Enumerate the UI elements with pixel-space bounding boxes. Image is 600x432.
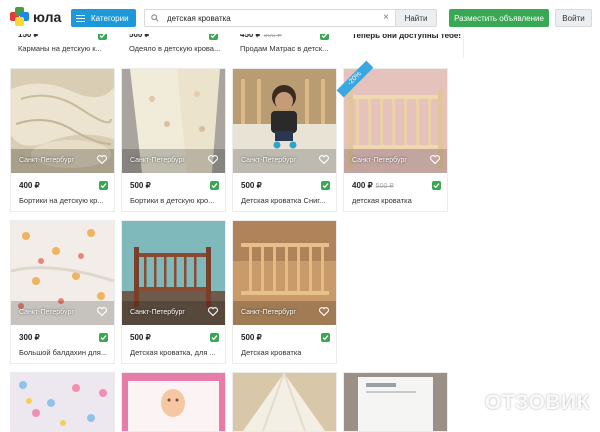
listing-old-price: 500 ₽ — [375, 183, 394, 190]
listing-title: Детская кроватка — [241, 348, 302, 357]
logo[interactable]: юла — [10, 7, 61, 26]
favorite-heart-icon[interactable] — [430, 155, 440, 164]
listing-price: 300 ₽ — [19, 333, 40, 342]
listing-city: Санкт-Петербург — [130, 309, 185, 316]
logo-text: юла — [33, 8, 62, 25]
listing-photo — [11, 373, 114, 431]
listing-title: Бортики на детскую кр... — [19, 196, 104, 205]
categories-label: Категории — [91, 13, 129, 23]
favorite-heart-icon[interactable] — [208, 155, 218, 164]
favorite-heart-icon[interactable] — [97, 307, 107, 316]
listing-card[interactable]: Санкт-Петербург 500 ₽ Детская кроватка С… — [232, 68, 337, 212]
listing-photo — [344, 373, 447, 431]
item-title: Одеяло в детскую крова... — [129, 44, 221, 53]
favorite-heart-icon[interactable] — [319, 155, 329, 164]
verified-icon — [321, 333, 330, 342]
search-icon — [151, 14, 159, 22]
listing-card[interactable]: Санкт-Петербург 400 ₽ Бортики на детскую… — [10, 68, 115, 212]
listing-card[interactable]: Санкт-Петербург 500 ₽ Детская кроватка, … — [121, 220, 226, 364]
listing-title: Бортики в детскую кро... — [130, 196, 215, 205]
verified-icon — [99, 181, 108, 190]
listing-card[interactable] — [343, 372, 448, 432]
listing-card[interactable]: -20% Санкт-Петербург 400 ₽500 ₽ детская … — [336, 60, 448, 212]
watermark: ОТЗОВИК — [450, 388, 590, 418]
favorite-heart-icon[interactable] — [97, 155, 107, 164]
listing-price: 500 ₽ — [130, 181, 151, 190]
verified-icon — [210, 181, 219, 190]
watermark-logo-icon — [450, 388, 480, 418]
listing-city: Санкт-Петербург — [241, 157, 296, 164]
listing-card[interactable]: Санкт-Петербург 500 ₽ Детская кроватка — [232, 220, 337, 364]
listing-price: 400 ₽ — [19, 181, 40, 190]
listing-city: Санкт-Петербург — [19, 157, 74, 164]
clear-search-icon[interactable]: × — [383, 13, 389, 23]
top-header: юла Категории × Найти Разместить объявле… — [0, 0, 600, 34]
listing-city: Санкт-Петербург — [352, 157, 407, 164]
listing-title: детская кроватка — [352, 196, 412, 205]
categories-button[interactable]: Категории — [71, 9, 136, 27]
item-title: Продам Матрас в детск... — [240, 44, 329, 53]
favorite-heart-icon[interactable] — [319, 307, 329, 316]
listing-price: 500 ₽ — [241, 333, 262, 342]
verified-icon — [321, 181, 330, 190]
watermark-text: ОТЗОВИК — [485, 391, 590, 414]
item-title: Карманы на детскую к... — [18, 44, 102, 53]
listing-title: Большой балдахин для... — [19, 348, 108, 357]
logo-icon — [10, 7, 29, 26]
menu-icon — [76, 14, 85, 22]
verified-icon — [432, 181, 441, 190]
search-button[interactable]: Найти — [395, 9, 437, 27]
listing-title: Детская кроватка, для ... — [130, 348, 216, 357]
listing-price: 400 ₽500 ₽ — [352, 181, 394, 190]
listing-card[interactable]: Санкт-Петербург 500 ₽ Бортики в детскую … — [121, 68, 226, 212]
listing-price: 500 ₽ — [130, 333, 151, 342]
listing-title: Детская кроватка Сниг... — [241, 196, 326, 205]
listing-price: 500 ₽ — [241, 181, 262, 190]
login-button[interactable]: Войти — [555, 9, 592, 27]
post-ad-button[interactable]: Разместить объявление — [449, 9, 549, 27]
listing-card[interactable] — [10, 372, 115, 432]
listing-card[interactable]: Санкт-Петербург 300 ₽ Большой балдахин д… — [10, 220, 115, 364]
listing-city: Санкт-Петербург — [19, 309, 74, 316]
verified-icon — [210, 333, 219, 342]
listing-photo — [122, 373, 225, 431]
listing-card[interactable] — [232, 372, 337, 432]
search-input[interactable] — [167, 13, 367, 23]
listing-price-current: 400 ₽ — [352, 181, 373, 190]
listing-card[interactable] — [121, 372, 226, 432]
listing-photo — [233, 373, 336, 431]
favorite-heart-icon[interactable] — [208, 307, 218, 316]
listing-city: Санкт-Петербург — [130, 157, 185, 164]
search-box[interactable]: × — [144, 9, 395, 27]
listing-city: Санкт-Петербург — [241, 309, 296, 316]
verified-icon — [99, 333, 108, 342]
divider — [463, 34, 464, 58]
